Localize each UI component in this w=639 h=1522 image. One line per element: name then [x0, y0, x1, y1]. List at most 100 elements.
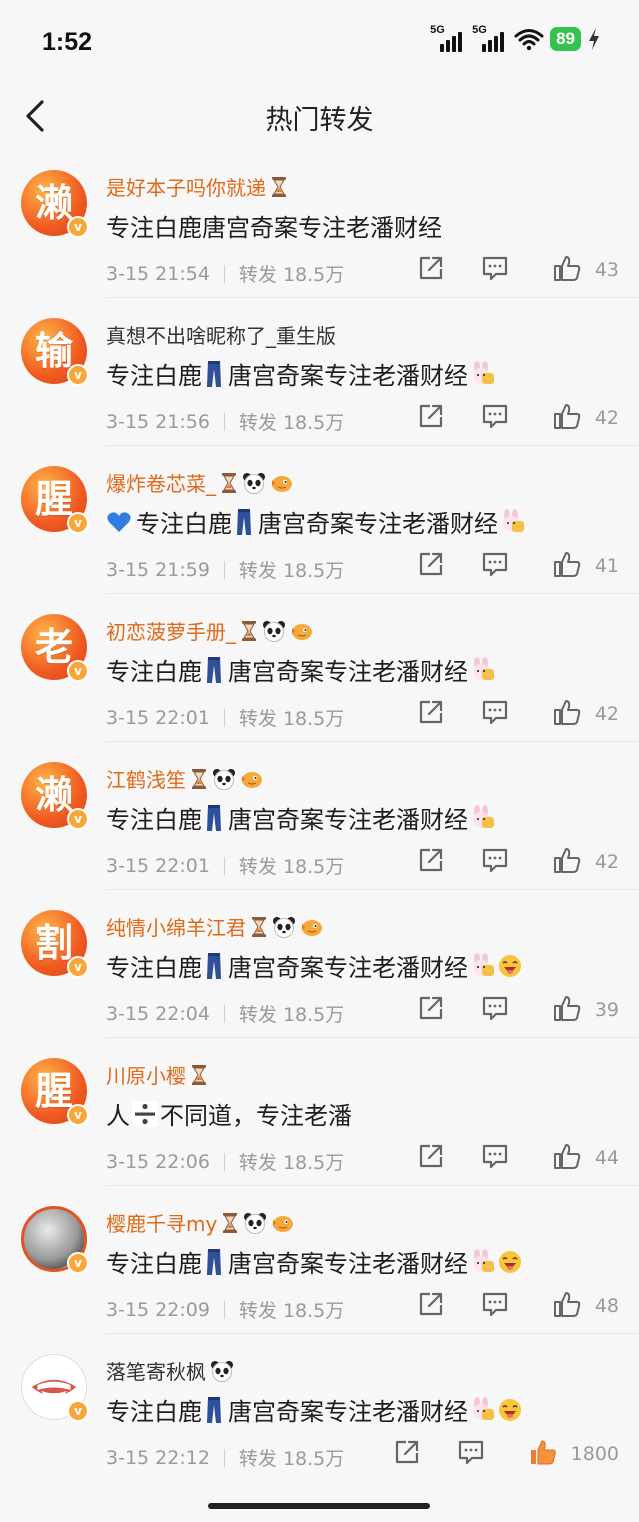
repost-item[interactable]: 输 v 真想不出啥昵称了_重生版 专注白鹿 唐宫奇案专注老潘财经 3-15 21:56 转发… — [0, 298, 639, 446]
like-button[interactable]: 1800 — [529, 1438, 619, 1470]
repost-count: 转发 18.5万 — [238, 1300, 345, 1322]
username[interactable]: 是好本子吗你就递 — [106, 172, 288, 201]
pufferfish-icon — [273, 1215, 294, 1232]
share-icon[interactable] — [393, 1438, 421, 1470]
post-actions: 42 — [417, 698, 619, 730]
username[interactable]: 川原小樱 — [106, 1060, 208, 1089]
username[interactable]: 真想不出啥昵称了_重生版 — [106, 320, 336, 349]
comment-icon[interactable] — [481, 1142, 509, 1174]
post-actions: 44 — [417, 1142, 619, 1174]
like-button[interactable]: 43 — [553, 254, 619, 286]
username[interactable]: 纯情小绵羊江君 — [106, 912, 324, 941]
post-actions: 1800 — [393, 1438, 619, 1470]
username[interactable]: 江鹤浅笙 — [106, 764, 264, 793]
repost-count: 转发 18.5万 — [238, 1448, 345, 1470]
repost-count: 转发 18.5万 — [238, 1152, 345, 1174]
post-actions: 42 — [417, 846, 619, 878]
share-icon[interactable] — [417, 402, 445, 434]
hourglass-icon — [242, 620, 256, 641]
thumbs-up-icon — [553, 402, 581, 434]
comment-icon[interactable] — [481, 254, 509, 286]
home-indicator[interactable] — [208, 1503, 430, 1509]
meta-divider — [223, 708, 225, 727]
repost-item[interactable]: 腥 v 川原小樱人 不同道，专注老潘 3-15 22:06 转发 18.5万 44 — [0, 1038, 639, 1186]
signal-5g-icon-2: 5G — [472, 24, 508, 52]
post-text-part1: 专注白鹿 — [106, 362, 202, 390]
post-text-part2: 唐宫奇案专注老潘财经 — [258, 510, 498, 538]
username[interactable]: 落笔寄秋枫 — [106, 1356, 234, 1385]
post-meta: 3-15 21:54 转发 18.5万 — [106, 260, 344, 287]
pufferfish-icon — [302, 919, 322, 936]
post-meta: 3-15 22:12 转发 18.5万 — [106, 1444, 344, 1471]
post-content: 专注白鹿唐宫奇案专注老潘财经 — [106, 1244, 524, 1279]
post-meta: 3-15 22:09 转发 18.5万 — [106, 1296, 344, 1323]
post-meta: 3-15 22:04 转发 18.5万 — [106, 1000, 344, 1027]
post-actions: 43 — [417, 254, 619, 286]
repost-item[interactable]: 濑 v 江鹤浅笙 专注白鹿 唐宫奇案专注老潘财经 3-15 22:01 转发 18.5万 42 — [0, 742, 639, 890]
avatar[interactable]: 输v — [21, 318, 89, 386]
avatar[interactable]: 腥v — [21, 1058, 89, 1126]
repost-item[interactable]: 割 v 纯情小绵羊江君 专注白鹿 唐宫奇案专注老潘财经 3-15 22:04 转发 18.5… — [0, 890, 639, 1038]
share-icon[interactable] — [417, 994, 445, 1026]
hourglass-icon — [223, 1212, 238, 1233]
repost-count: 转发 18.5万 — [238, 264, 345, 286]
like-button[interactable]: 44 — [553, 1142, 619, 1174]
post-text-part1: 专注白鹿 — [106, 1250, 202, 1278]
post-meta: 3-15 22:06 转发 18.5万 — [106, 1148, 344, 1175]
repost-item[interactable]: v 樱鹿千寻my 专注白鹿 唐宫奇案专注老潘财经 3-15 22:09 转发 18.5万 4… — [0, 1186, 639, 1334]
avatar[interactable]: v — [21, 1206, 89, 1274]
repost-item[interactable]: v 落笔寄秋枫 专注白鹿 唐宫奇案专注老潘财经 3-15 22:12 转发 18.5万 18… — [0, 1334, 639, 1484]
hourglass-icon — [192, 1064, 206, 1085]
post-text-part1: 专注白鹿 — [106, 806, 202, 834]
comment-icon[interactable] — [481, 994, 509, 1026]
comment-icon[interactable] — [481, 1290, 509, 1322]
verified-badge-icon: v — [67, 1400, 89, 1422]
timestamp: 3-15 22:01 — [106, 854, 210, 877]
avatar[interactable]: 割v — [21, 910, 89, 978]
repost-item[interactable]: 老 v 初恋菠萝手册_ 专注白鹿 唐宫奇案专注老潘财经 3-15 22:01 转发 18.5… — [0, 594, 639, 742]
comment-icon[interactable] — [457, 1438, 485, 1470]
timestamp: 3-15 22:04 — [106, 1002, 210, 1025]
repost-item[interactable]: 濑 v 是好本子吗你就递专注白鹿唐宫奇案专注老潘财经 3-15 21:54 转发 18.… — [0, 150, 639, 298]
username-text: 纯情小绵羊江君 — [106, 916, 246, 940]
status-icons: 5G 5G 89 — [430, 24, 601, 52]
username-text: 川原小樱 — [106, 1064, 186, 1088]
post-content: 专注白鹿唐宫奇案专注老潘财经 — [106, 208, 442, 243]
share-icon[interactable] — [417, 1290, 445, 1322]
panda-icon — [244, 1212, 267, 1234]
comment-icon[interactable] — [481, 698, 509, 730]
share-icon[interactable] — [417, 1142, 445, 1174]
like-button[interactable]: 42 — [553, 402, 619, 434]
repost-count: 转发 18.5万 — [238, 412, 345, 434]
avatar[interactable]: 腥v — [21, 466, 89, 534]
username[interactable]: 初恋菠萝手册_ — [106, 616, 314, 645]
pufferfish-icon — [242, 771, 262, 788]
meta-divider — [223, 412, 225, 431]
like-button[interactable]: 42 — [553, 698, 619, 730]
share-icon[interactable] — [417, 698, 445, 730]
verified-badge-icon: v — [67, 808, 89, 830]
username[interactable]: 樱鹿千寻my — [106, 1208, 295, 1237]
like-count: 42 — [594, 851, 619, 873]
avatar[interactable]: 濑v — [21, 762, 89, 830]
username[interactable]: 爆炸卷芯菜_ — [106, 468, 294, 497]
like-button[interactable]: 48 — [553, 1290, 619, 1322]
bunny-sticker-icon — [503, 508, 524, 532]
repost-item[interactable]: 腥 v 爆炸卷芯菜_ 专注白鹿 唐宫奇案专注老潘财经 3-15 21:59 转发 18.5万… — [0, 446, 639, 594]
comment-icon[interactable] — [481, 402, 509, 434]
avatar[interactable]: v — [21, 1354, 89, 1422]
share-icon[interactable] — [417, 550, 445, 582]
post-text-part2: 唐宫奇案专注老潘财经 — [228, 1398, 468, 1426]
thumbs-up-icon — [553, 698, 581, 730]
like-button[interactable]: 39 — [553, 994, 619, 1026]
like-button[interactable]: 42 — [553, 846, 619, 878]
like-button[interactable]: 41 — [553, 550, 619, 582]
comment-icon[interactable] — [481, 550, 509, 582]
share-icon[interactable] — [417, 846, 445, 878]
share-icon[interactable] — [417, 254, 445, 286]
verified-badge-icon: v — [67, 660, 89, 682]
hourglass-icon — [192, 768, 206, 789]
avatar[interactable]: 濑v — [21, 170, 89, 238]
comment-icon[interactable] — [481, 846, 509, 878]
avatar[interactable]: 老v — [21, 614, 89, 682]
